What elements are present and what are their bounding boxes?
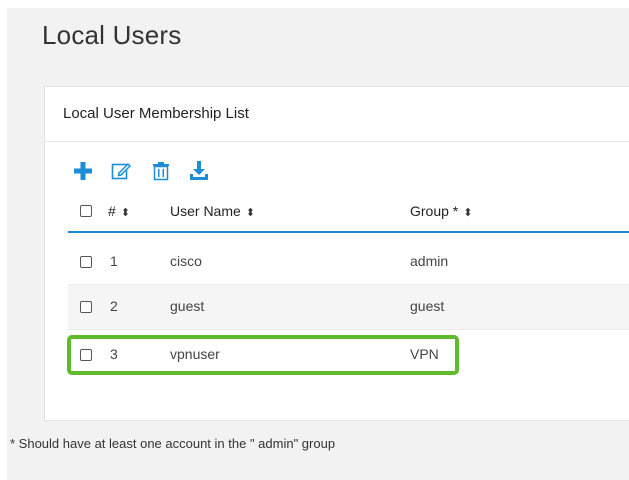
footnote: * Should have at least one account in th…	[10, 436, 336, 451]
table-row[interactable]: 3 vpnuser VPN	[68, 333, 629, 377]
delete-button[interactable]	[150, 160, 172, 182]
edit-icon	[111, 162, 132, 180]
select-all-checkbox[interactable]	[80, 205, 92, 217]
row-group: guest	[410, 298, 445, 314]
row-checkbox[interactable]	[80, 349, 92, 361]
sort-icon: ⬍	[120, 207, 131, 219]
row-group: admin	[410, 253, 449, 269]
row-index: 2	[110, 298, 118, 314]
header-username[interactable]: User Name ⬍	[170, 203, 255, 219]
row-group: VPN	[410, 346, 439, 362]
download-icon	[190, 161, 208, 180]
row-index: 1	[110, 253, 118, 269]
row-username: cisco	[170, 253, 202, 269]
add-button[interactable]	[72, 160, 94, 182]
panel-header: Local User Membership List	[45, 87, 629, 142]
sort-icon: ⬍	[245, 207, 256, 219]
sort-icon: ⬍	[463, 207, 473, 219]
table-row[interactable]: 1 cisco admin	[68, 240, 629, 285]
table-row[interactable]: 2 guest guest	[68, 285, 629, 330]
page-title: Local Users	[42, 20, 182, 50]
row-username: vpnuser	[170, 346, 220, 362]
trash-icon	[153, 162, 169, 181]
row-username: guest	[170, 298, 205, 314]
header-group[interactable]: Group * ⬍	[410, 203, 472, 219]
header-index[interactable]: # ⬍	[108, 203, 130, 219]
table-header: # ⬍ User Name ⬍ Group * ⬍	[68, 191, 629, 233]
row-checkbox[interactable]	[80, 301, 92, 313]
row-checkbox[interactable]	[80, 256, 92, 268]
edit-button[interactable]	[110, 160, 132, 182]
row-index: 3	[110, 346, 118, 362]
plus-icon	[74, 162, 92, 180]
import-button[interactable]	[188, 160, 210, 182]
panel-title: Local User Membership List	[63, 105, 249, 122]
